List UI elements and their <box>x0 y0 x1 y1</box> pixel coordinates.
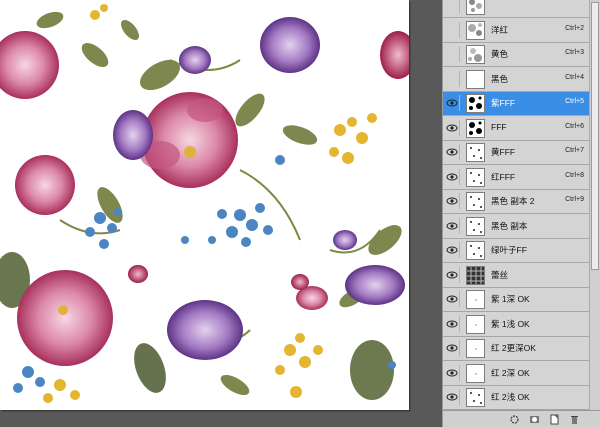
visibility-eye-icon[interactable] <box>445 70 460 87</box>
channel-thumbnail <box>466 143 485 162</box>
visibility-eye-icon[interactable] <box>445 144 460 160</box>
channel-row[interactable]: 黑色 Ctrl+4 <box>443 67 589 92</box>
visibility-eye-icon[interactable] <box>445 168 460 185</box>
channel-row[interactable]: 洋红 Ctrl+2 <box>443 18 589 43</box>
visibility-eye-icon[interactable] <box>445 242 460 258</box>
channel-name: 紫FFF <box>491 98 516 108</box>
delete-channel-icon[interactable] <box>569 414 580 425</box>
load-selection-icon[interactable] <box>509 414 520 425</box>
channel-name: FFF <box>491 121 507 132</box>
channels-panel: 洋红 Ctrl+2 黄色 Ctrl+3 黑色 Ctrl+4 紫FFF Ctrl+5 FFF Ctr… <box>442 0 600 427</box>
channel-thumbnail <box>466 388 485 407</box>
visibility-eye-icon[interactable] <box>445 95 460 111</box>
visibility-eye-icon[interactable] <box>445 389 460 405</box>
channel-list: 洋红 Ctrl+2 黄色 Ctrl+3 黑色 Ctrl+4 紫FFF Ctrl+5 FFF Ctr… <box>443 0 589 410</box>
channel-thumbnail <box>466 94 485 113</box>
channel-name: 红 2深 OK <box>491 367 530 378</box>
channel-row[interactable]: 黄FFF Ctrl+7 <box>443 141 589 165</box>
channel-thumbnail <box>466 363 485 383</box>
visibility-eye-icon[interactable] <box>445 266 460 283</box>
channel-name: 红 2浅 OK <box>491 392 530 402</box>
channel-name: 黄FFF <box>491 147 516 157</box>
channel-thumbnail <box>466 339 485 358</box>
visibility-eye-icon[interactable] <box>445 291 460 307</box>
channel-row[interactable]: 黄色 Ctrl+3 <box>443 43 589 67</box>
channel-thumbnail <box>466 118 485 138</box>
channel-shortcut: Ctrl+3 <box>565 49 584 56</box>
visibility-eye-icon[interactable] <box>445 119 460 136</box>
channel-shortcut: Ctrl+5 <box>565 98 584 105</box>
channel-name: 洋红 <box>491 24 509 35</box>
channel-name: 黑色 副本 2 <box>491 196 535 206</box>
channel-shortcut: Ctrl+8 <box>565 171 584 179</box>
channel-thumbnail <box>466 241 485 260</box>
channel-shortcut: Ctrl+4 <box>565 73 584 81</box>
channel-row[interactable]: FFF Ctrl+6 <box>443 116 589 141</box>
channel-name: 黄色 <box>491 49 509 59</box>
channel-thumbnail <box>466 265 485 285</box>
channel-row[interactable]: 紫 1浅 OK <box>443 312 589 337</box>
channel-name: 紫 1浅 OK <box>491 318 530 329</box>
channel-thumbnail <box>466 216 485 236</box>
channel-thumbnail <box>466 69 485 89</box>
channel-row[interactable]: 黑色 副本 <box>443 214 589 239</box>
visibility-eye-icon[interactable] <box>445 0 460 13</box>
scrollbar-thumb[interactable] <box>591 2 599 270</box>
channels-panel-footer <box>443 410 600 427</box>
channel-row[interactable]: 蕾丝 <box>443 263 589 288</box>
channel-shortcut: Ctrl+9 <box>565 196 584 203</box>
channel-row[interactable]: 红FFF Ctrl+8 <box>443 165 589 190</box>
save-selection-icon[interactable] <box>529 414 540 425</box>
visibility-eye-icon[interactable] <box>445 315 460 332</box>
channel-name: 黑色 <box>491 73 509 84</box>
document-workspace <box>0 0 442 427</box>
channel-shortcut: Ctrl+7 <box>565 147 584 154</box>
channel-row[interactable]: 红 2深 OK <box>443 361 589 386</box>
channel-name: 紫 1深 OK <box>491 294 530 304</box>
channel-list-scrollbar[interactable] <box>589 0 600 410</box>
visibility-eye-icon[interactable] <box>445 364 460 381</box>
floral-pattern-artwork <box>0 4 409 403</box>
channel-row[interactable]: 紫FFF Ctrl+5 <box>443 92 589 116</box>
visibility-eye-icon[interactable] <box>445 21 460 38</box>
channel-thumbnail <box>466 45 485 64</box>
visibility-eye-icon[interactable] <box>445 340 460 356</box>
channel-name: 蕾丝 <box>491 269 509 280</box>
channel-thumbnail <box>466 290 485 309</box>
channel-thumbnail <box>466 192 485 211</box>
channel-name: 黑色 副本 <box>491 220 528 231</box>
new-channel-icon[interactable] <box>549 414 560 425</box>
channel-row[interactable] <box>443 0 589 18</box>
channel-name: 红FFF <box>491 171 516 182</box>
document-canvas[interactable] <box>0 0 409 410</box>
channel-row[interactable]: 黑色 副本 2 Ctrl+9 <box>443 190 589 214</box>
channel-name: 红 2更深OK <box>491 343 536 353</box>
channel-thumbnail <box>466 167 485 187</box>
channel-thumbnail <box>466 20 485 40</box>
channel-row[interactable]: 红 2更深OK <box>443 337 589 361</box>
channel-shortcut: Ctrl+2 <box>565 24 584 32</box>
visibility-eye-icon[interactable] <box>445 193 460 209</box>
visibility-eye-icon[interactable] <box>445 46 460 62</box>
channel-name: 绿叶子FF <box>491 245 527 255</box>
channel-shortcut: Ctrl+6 <box>565 122 584 130</box>
channel-row[interactable]: 红 2浅 OK <box>443 386 589 410</box>
channel-thumbnail <box>466 314 485 334</box>
channel-row[interactable]: 紫 1深 OK <box>443 288 589 312</box>
channel-row[interactable]: 绿叶子FF <box>443 239 589 263</box>
visibility-eye-icon[interactable] <box>445 217 460 234</box>
channel-thumbnail <box>466 0 485 15</box>
